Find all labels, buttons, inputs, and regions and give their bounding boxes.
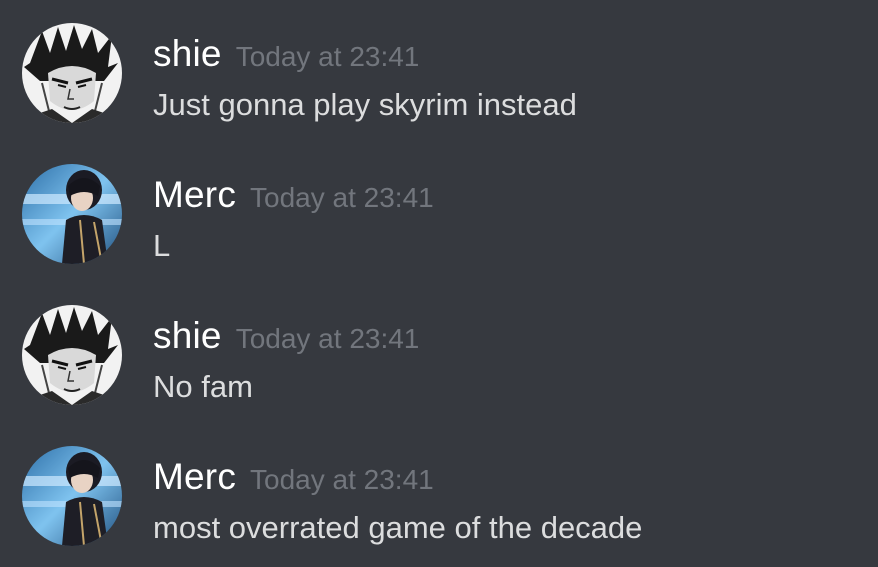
chat-message: shie Today at 23:41 Just gonna play skyri…: [0, 23, 878, 143]
message-text: Just gonna play skyrim instead: [153, 87, 577, 122]
chat-message: Merc Today at 23:41 most overrated game o…: [0, 446, 878, 566]
message-header: Merc Today at 23:41: [153, 174, 434, 216]
avatar-shie[interactable]: [22, 23, 122, 123]
username[interactable]: shie: [153, 315, 222, 356]
username[interactable]: shie: [153, 33, 222, 74]
chat-message: Merc Today at 23:41 L: [0, 164, 878, 284]
anime-avatar-image: [22, 446, 122, 546]
message-header: Merc Today at 23:41: [153, 456, 434, 498]
timestamp[interactable]: Today at 23:41: [250, 182, 434, 213]
message-text: most overrated game of the decade: [153, 510, 643, 545]
avatar-merc[interactable]: [22, 164, 122, 264]
chat-message: shie Today at 23:41 No fam: [0, 305, 878, 425]
avatar-shie[interactable]: [22, 305, 122, 405]
avatar-merc[interactable]: [22, 446, 122, 546]
timestamp[interactable]: Today at 23:41: [250, 464, 434, 495]
username[interactable]: Merc: [153, 456, 236, 497]
anime-avatar-image: [22, 164, 122, 264]
username[interactable]: Merc: [153, 174, 236, 215]
message-text: No fam: [153, 369, 253, 404]
message-text: L: [153, 228, 171, 263]
timestamp[interactable]: Today at 23:41: [236, 41, 420, 72]
message-header: shie Today at 23:41: [153, 33, 419, 75]
manga-avatar-image: [22, 305, 122, 405]
timestamp[interactable]: Today at 23:41: [236, 323, 420, 354]
manga-avatar-image: [22, 23, 122, 123]
chat-message-list: shie Today at 23:41 Just gonna play skyri…: [0, 0, 878, 567]
message-header: shie Today at 23:41: [153, 315, 419, 357]
